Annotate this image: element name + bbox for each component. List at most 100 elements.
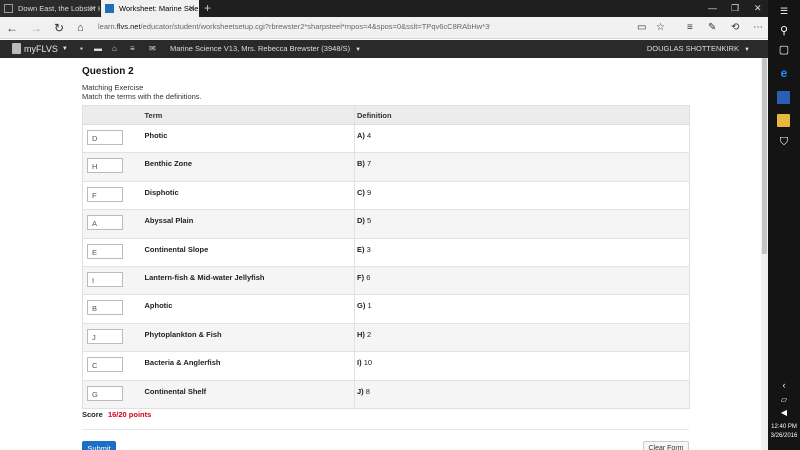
refresh-icon[interactable]: ↻ bbox=[54, 20, 64, 36]
home-icon[interactable]: ⌂ bbox=[112, 44, 117, 53]
windows-taskbar: ☰ ⚲ ▢ e ⛉ ‹ ▱ ◀ bbox=[768, 0, 800, 450]
term-cell: Disphotic bbox=[142, 180, 355, 210]
term-cell: Lantern-fish & Mid-water Jellyfish bbox=[142, 265, 355, 295]
forward-arrow-icon[interactable]: → bbox=[30, 20, 42, 36]
divider bbox=[82, 429, 689, 430]
maximize-icon[interactable]: ❐ bbox=[731, 1, 739, 16]
tab-label: Down East, the Lobster Hau bbox=[18, 4, 100, 13]
answer-input[interactable]: E bbox=[87, 243, 123, 259]
grid-icon[interactable]: ▪ bbox=[80, 44, 83, 53]
definition-text: 9 bbox=[367, 187, 372, 197]
term-cell: Photic bbox=[142, 123, 355, 153]
network-icon[interactable]: ▱ bbox=[768, 395, 800, 404]
chevron-down-icon: ▼ bbox=[744, 47, 750, 53]
worksheet-content: Question 2 Matching Exercise Match the t… bbox=[0, 58, 768, 450]
answer-input[interactable]: F bbox=[87, 186, 123, 202]
tab-worksheet[interactable]: Worksheet: Marine Scie ✕ bbox=[101, 0, 199, 17]
list-icon[interactable]: ≡ bbox=[130, 44, 135, 53]
table-row: I Lantern-fish & Mid-water Jellyfish F) 6 bbox=[82, 265, 690, 295]
tab-label: Worksheet: Marine Scie bbox=[119, 4, 199, 13]
answer-cell: G bbox=[82, 379, 143, 409]
term-cell: Phytoplankton & Fish bbox=[142, 322, 355, 352]
answer-cell: A bbox=[82, 209, 143, 239]
search-icon[interactable]: ⚲ bbox=[768, 24, 800, 37]
answer-cell: E bbox=[82, 237, 143, 267]
favorite-star-icon[interactable]: ☆ bbox=[656, 21, 665, 35]
share-icon[interactable]: ⟲ bbox=[731, 21, 739, 35]
answer-cell: C bbox=[82, 351, 143, 381]
term-column-header: Term bbox=[142, 105, 355, 125]
book-icon[interactable]: ▬ bbox=[94, 44, 102, 53]
clear-form-button[interactable]: Clear Form bbox=[643, 441, 689, 450]
definition-letter: B) bbox=[357, 159, 365, 169]
term-cell: Aphotic bbox=[142, 294, 355, 324]
answer-cell: F bbox=[82, 180, 143, 210]
reading-view-icon[interactable]: ▭ bbox=[637, 21, 646, 35]
page-icon bbox=[4, 4, 13, 13]
question-type: Matching Exercise bbox=[82, 83, 144, 92]
file-explorer-icon[interactable] bbox=[777, 114, 790, 127]
question-instructions: Match the terms with the definitions. bbox=[82, 92, 202, 101]
course-selector[interactable]: Marine Science V13, Mrs. Rebecca Brewste… bbox=[170, 44, 361, 53]
web-note-icon[interactable]: ✎ bbox=[708, 21, 716, 35]
table-row: A Abyssal Plain D) 5 bbox=[82, 209, 690, 239]
definition-letter: C) bbox=[357, 187, 365, 197]
back-arrow-icon[interactable]: ← bbox=[6, 20, 18, 36]
term-cell: Abyssal Plain bbox=[142, 209, 355, 239]
table-row: B Aphotic G) 1 bbox=[82, 294, 690, 324]
answer-input[interactable]: B bbox=[87, 300, 123, 316]
answer-input[interactable]: D bbox=[87, 130, 123, 145]
logo-text: myFLVS bbox=[24, 43, 58, 54]
answer-column-header bbox=[82, 105, 143, 125]
page-scrollbar-thumb[interactable] bbox=[762, 58, 767, 254]
close-icon[interactable]: ✕ bbox=[188, 4, 195, 13]
term-cell: Bacteria & Anglerfish bbox=[142, 351, 355, 381]
chevron-up-icon[interactable]: ‹ bbox=[768, 380, 800, 390]
answer-input[interactable]: I bbox=[87, 271, 123, 287]
question-title: Question 2 bbox=[82, 66, 134, 77]
definition-text: 7 bbox=[367, 159, 372, 169]
definition-cell: A) 4 bbox=[354, 123, 690, 153]
definition-text: 5 bbox=[367, 216, 372, 226]
myflvs-logo[interactable]: myFLVS ▼ bbox=[12, 43, 68, 54]
answer-input[interactable]: A bbox=[87, 215, 123, 231]
store-icon[interactable]: ⛉ bbox=[768, 136, 800, 149]
answer-input[interactable]: C bbox=[87, 357, 123, 373]
term-cell: Continental Slope bbox=[142, 237, 355, 267]
answer-cell: B bbox=[82, 294, 143, 324]
table-row: F Disphotic C) 9 bbox=[82, 180, 690, 210]
address-bar[interactable]: learn.flvs.net/educator/student/workshee… bbox=[98, 22, 490, 31]
definition-text: 2 bbox=[367, 329, 372, 339]
minimize-icon[interactable]: — bbox=[708, 1, 717, 16]
submit-button[interactable]: Submit bbox=[82, 441, 116, 450]
task-view-icon[interactable]: ▢ bbox=[768, 43, 800, 56]
edge-icon[interactable]: e bbox=[768, 66, 800, 80]
tab-down-east[interactable]: Down East, the Lobster Hau ✕ bbox=[0, 0, 100, 17]
word-icon[interactable] bbox=[777, 91, 790, 104]
hamburger-menu-icon[interactable]: ☰ bbox=[768, 6, 800, 17]
new-tab-button[interactable]: + bbox=[204, 1, 211, 16]
answer-cell: H bbox=[82, 152, 143, 182]
close-icon[interactable]: ✕ bbox=[89, 4, 96, 13]
definition-text: 1 bbox=[367, 301, 372, 311]
definition-letter: G) bbox=[357, 301, 366, 311]
url-domain: flvs.net bbox=[116, 22, 141, 31]
taskbar-clock[interactable]: 12:40 PM 3/26/2016 bbox=[768, 423, 800, 441]
definition-cell: J) 8 bbox=[354, 379, 690, 409]
answer-cell: J bbox=[82, 322, 143, 352]
answer-input[interactable]: J bbox=[87, 328, 123, 344]
volume-icon[interactable]: ◀ bbox=[768, 408, 800, 417]
answer-input[interactable]: G bbox=[87, 385, 123, 401]
table-row: H Benthic Zone B) 7 bbox=[82, 152, 690, 182]
mail-icon[interactable]: ✉ bbox=[149, 44, 156, 53]
window-close-icon[interactable]: ✕ bbox=[754, 1, 762, 16]
definition-cell: H) 2 bbox=[354, 322, 690, 352]
answer-input[interactable]: H bbox=[87, 158, 123, 174]
user-menu[interactable]: DOUGLAS SHOTTENKIRK ▼ bbox=[647, 44, 750, 53]
site-header: myFLVS ▼ ▪ ▬ ⌂ ≡ ✉ Marine Science V13, M… bbox=[0, 40, 768, 58]
more-icon[interactable]: ⋯ bbox=[753, 21, 763, 35]
definition-letter: H) bbox=[357, 329, 365, 339]
hub-icon[interactable]: ≡ bbox=[687, 21, 693, 35]
home-icon[interactable]: ⌂ bbox=[77, 20, 84, 36]
definition-cell: G) 1 bbox=[354, 294, 690, 324]
